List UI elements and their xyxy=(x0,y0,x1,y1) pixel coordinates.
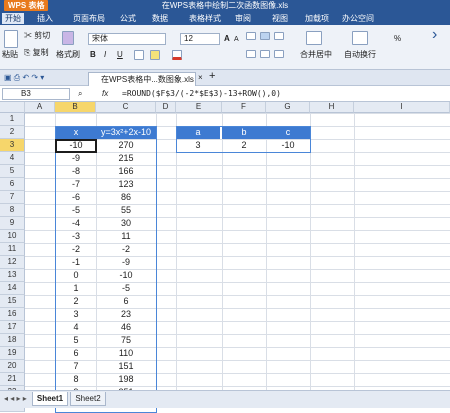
row-header[interactable]: 10 xyxy=(0,230,25,243)
row-header[interactable]: 17 xyxy=(0,321,25,334)
sheet-nav-arrows[interactable]: ◂ ◂ ▸ ▸ xyxy=(4,394,27,404)
shrink-font-button[interactable]: A xyxy=(234,35,239,45)
menu-bar: 开始 插入 页面布局 公式 数据 表格样式 审阅 视图 加载项 办公空间 xyxy=(0,12,450,25)
sheet-tab-2[interactable]: Sheet2 xyxy=(70,392,106,406)
align-middle-icon[interactable] xyxy=(260,32,270,40)
wrap-text-icon[interactable] xyxy=(352,31,368,45)
grid-line xyxy=(176,113,177,390)
menu-office-space[interactable]: 办公空间 xyxy=(339,13,377,24)
column-header-g[interactable]: G xyxy=(266,102,310,113)
italic-button[interactable]: I xyxy=(104,50,106,60)
column-header-h[interactable]: H xyxy=(310,102,354,113)
grid-line xyxy=(354,113,355,390)
wrap-text-label[interactable]: 自动换行 xyxy=(344,50,376,60)
row-header[interactable]: 19 xyxy=(0,347,25,360)
fx-icon[interactable]: fx xyxy=(102,89,108,99)
document-tab[interactable]: 在WPS表格中...数图象.xls xyxy=(88,72,196,86)
grid-line xyxy=(222,113,223,390)
zoom-icon[interactable]: ⌕ xyxy=(78,89,82,99)
column-header-b[interactable]: B xyxy=(55,102,96,113)
format-painter-icon[interactable] xyxy=(62,31,74,45)
name-box[interactable]: B3 xyxy=(2,88,70,100)
grow-font-button[interactable]: A xyxy=(224,34,230,44)
row-header[interactable]: 9 xyxy=(0,217,25,230)
grid-line xyxy=(310,113,311,390)
formula-input[interactable]: =ROUND($F$3/(-2*$E$3)-13+ROW(),0) xyxy=(122,88,281,100)
column-header-a[interactable]: A xyxy=(25,102,55,113)
align-right-icon[interactable] xyxy=(274,50,284,58)
column-header-d[interactable]: D xyxy=(156,102,176,113)
merge-center-label[interactable]: 合并居中 xyxy=(300,50,332,60)
window-title: 在WPS表格中绘制二次函数图像.xls xyxy=(161,1,289,10)
paste-icon[interactable] xyxy=(4,30,18,48)
format-painter-label[interactable]: 格式刷 xyxy=(56,50,80,60)
row-header[interactable]: 11 xyxy=(0,243,25,256)
font-size-select[interactable]: 12 xyxy=(180,33,220,45)
menu-review[interactable]: 审阅 xyxy=(232,13,254,24)
column-header-f[interactable]: F xyxy=(222,102,266,113)
merge-center-icon[interactable] xyxy=(306,31,322,45)
copy-label: 复制 xyxy=(32,48,49,57)
menu-data[interactable]: 数据 xyxy=(149,13,171,24)
menu-page-layout[interactable]: 页面布局 xyxy=(70,13,108,24)
row-header[interactable]: 1 xyxy=(0,113,25,126)
app-menu-button[interactable]: WPS 表格 xyxy=(4,0,49,11)
underline-button[interactable]: U xyxy=(117,50,123,60)
sheet-tab-1[interactable]: Sheet1 xyxy=(32,392,68,406)
row-header[interactable]: 3 xyxy=(0,139,25,152)
font-color-icon[interactable] xyxy=(172,50,182,60)
row-header[interactable]: 2 xyxy=(0,126,25,139)
menu-formula[interactable]: 公式 xyxy=(117,13,139,24)
selected-cell-b3[interactable] xyxy=(55,139,97,153)
more-icon[interactable]: › xyxy=(432,27,437,43)
bold-button[interactable]: B xyxy=(90,50,96,60)
menu-home[interactable]: 开始 xyxy=(2,13,24,24)
menu-view[interactable]: 视图 xyxy=(269,13,291,24)
align-top-icon[interactable] xyxy=(246,32,256,40)
percent-button[interactable]: % xyxy=(394,34,401,44)
cut-button[interactable]: ✂ 剪切 xyxy=(24,31,50,41)
menu-addins[interactable]: 加载项 xyxy=(302,13,332,24)
paste-label[interactable]: 粘贴 xyxy=(2,50,18,60)
menu-insert[interactable]: 插入 xyxy=(34,13,56,24)
font-select[interactable]: 宋体 xyxy=(88,33,166,45)
row-header[interactable]: 6 xyxy=(0,178,25,191)
grid-line xyxy=(266,113,267,390)
column-header-c[interactable]: C xyxy=(96,102,156,113)
new-tab-icon[interactable]: + xyxy=(209,71,215,82)
cut-label: 剪切 xyxy=(34,31,51,40)
row-header[interactable]: 5 xyxy=(0,165,25,178)
align-bottom-icon[interactable] xyxy=(274,32,284,40)
column-header-e[interactable]: E xyxy=(176,102,222,113)
table-border xyxy=(55,126,157,413)
row-header[interactable]: 16 xyxy=(0,308,25,321)
title-bar: 在WPS表格中绘制二次函数图像.xls WPS 表格 xyxy=(0,0,450,12)
row-header[interactable]: 21 xyxy=(0,373,25,386)
row-header[interactable]: 20 xyxy=(0,360,25,373)
table-border xyxy=(176,126,311,153)
row-header[interactable]: 7 xyxy=(0,191,25,204)
row-header[interactable]: 14 xyxy=(0,282,25,295)
row-header[interactable]: 8 xyxy=(0,204,25,217)
document-tab-bar xyxy=(0,70,450,86)
align-left-icon[interactable] xyxy=(246,50,256,58)
border-icon[interactable] xyxy=(134,50,144,60)
row-header[interactable]: 13 xyxy=(0,269,25,282)
menu-table-style[interactable]: 表格样式 xyxy=(186,13,224,24)
select-all-corner[interactable] xyxy=(0,102,25,113)
copy-button[interactable]: ⎘ 复制 xyxy=(24,48,49,58)
align-center-icon[interactable] xyxy=(260,50,270,58)
column-header-i[interactable]: I xyxy=(354,102,450,113)
document-tab-label: 在WPS表格中...数图象.xls xyxy=(101,75,194,84)
row-header[interactable]: 12 xyxy=(0,256,25,269)
fill-color-icon[interactable] xyxy=(150,50,160,60)
row-header[interactable]: 15 xyxy=(0,295,25,308)
quick-access-toolbar[interactable]: ▣ ⎙ ↶ ↷ ▾ xyxy=(4,73,44,83)
row-header[interactable]: 18 xyxy=(0,334,25,347)
close-tab-icon[interactable]: × xyxy=(198,73,203,83)
row-header[interactable]: 4 xyxy=(0,152,25,165)
